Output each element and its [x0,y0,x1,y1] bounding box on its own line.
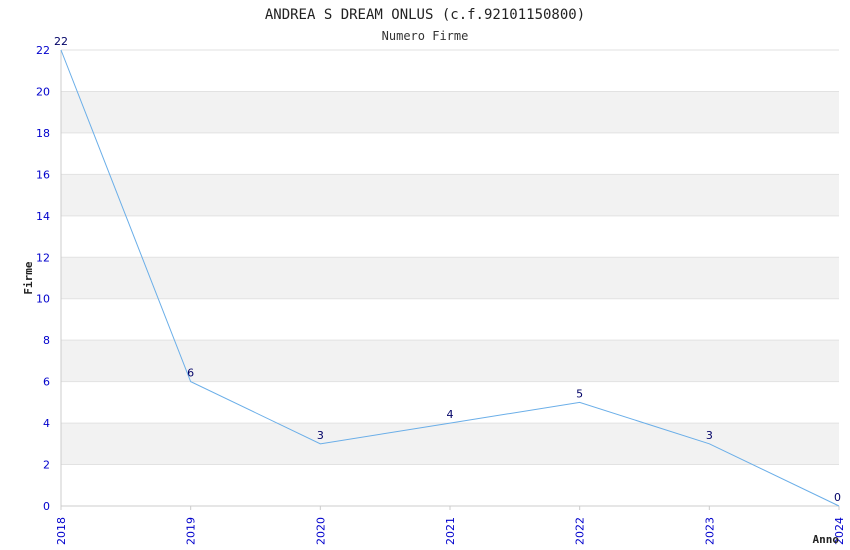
x-tick-label: 2018 [55,517,68,545]
x-tick-labels: 2018 2019 2020 2021 2022 2023 2024 [55,506,846,545]
y-tick-label: 12 [36,251,50,264]
y-tick-label: 8 [43,334,50,347]
y-tick-label: 14 [36,210,50,223]
data-label: 22 [54,35,68,48]
y-tick-label: 18 [36,127,50,140]
x-tick-label: 2023 [703,517,716,545]
y-tick-label: 6 [43,376,50,389]
y-axis-label: Firme [22,261,35,294]
x-tick-label: 2020 [314,517,327,545]
data-label: 3 [317,429,324,442]
grid-band [61,91,839,133]
data-label: 0 [834,491,841,504]
data-label: 4 [447,408,454,421]
data-label: 6 [187,367,194,380]
y-tick-label: 16 [36,168,50,181]
data-label: 3 [706,429,713,442]
grid-band [61,340,839,382]
x-axis-label: Anno [813,533,840,546]
x-tick-label: 2021 [444,517,457,545]
y-tick-labels: 0 2 4 6 8 10 12 14 16 18 20 22 [36,44,50,513]
y-tick-label: 10 [36,293,50,306]
y-tick-label: 0 [43,500,50,513]
grid-band [61,423,839,465]
chart-subtitle: Numero Firme [382,29,469,43]
x-tick-label: 2022 [574,517,587,545]
grid-band [61,174,839,216]
line-chart: ANDREA S DREAM ONLUS (c.f.92101150800) N… [22,7,846,546]
chart-title: ANDREA S DREAM ONLUS (c.f.92101150800) [265,7,585,23]
y-tick-label: 22 [36,44,50,57]
y-tick-label: 2 [43,459,50,472]
y-tick-label: 4 [43,417,50,430]
y-tick-label: 20 [36,85,50,98]
data-label: 5 [576,387,583,400]
grid-band [61,257,839,299]
x-tick-label: 2019 [185,517,198,545]
